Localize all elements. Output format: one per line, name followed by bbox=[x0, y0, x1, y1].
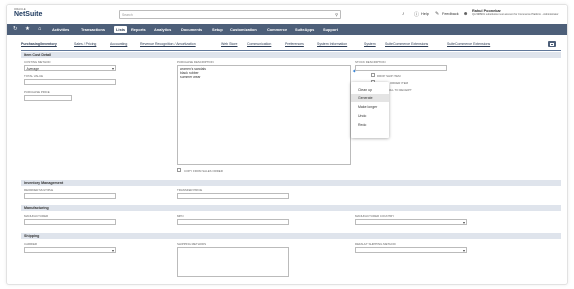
total-value-label: TOTAL VALUE bbox=[24, 74, 44, 78]
chevron-down-icon bbox=[111, 67, 114, 70]
subtab-communication[interactable]: Communication bbox=[247, 42, 271, 46]
nav-documents[interactable]: Documents bbox=[181, 27, 202, 32]
manufacturer-country-label: MANUFACTURER COUNTRY bbox=[355, 214, 395, 218]
carrier-select[interactable] bbox=[24, 247, 116, 253]
subtab-divider bbox=[21, 50, 561, 51]
top-header: ORACLE NetSuite Search ⚲ ♪ ⓘ Help ✎ Feed… bbox=[7, 5, 567, 23]
subtab-bar: Purchasing/Inventory Sales / Pricing Acc… bbox=[21, 42, 561, 49]
section-title: Manufacturing bbox=[24, 206, 49, 210]
menu-item-redo[interactable]: Redo bbox=[351, 121, 389, 129]
drop-ship-item-label: DROP SHIP ITEM bbox=[377, 73, 401, 78]
user-menu[interactable]: Rahul Poonekar QA 998901 substitution te… bbox=[472, 9, 559, 16]
menu-item-clean-up[interactable]: Clean up bbox=[351, 86, 389, 94]
default-shipping-method-select[interactable] bbox=[355, 247, 467, 253]
section-title: Inventory Management bbox=[24, 181, 64, 185]
manufacturer-label: MANUFACTURER bbox=[24, 214, 49, 218]
help-icon[interactable]: ⓘ bbox=[414, 11, 419, 18]
user-avatar-icon[interactable]: ☻ bbox=[463, 11, 468, 17]
stock-description-field[interactable] bbox=[355, 65, 447, 71]
default-shipping-method-label: DEFAULT SHIPPING METHOD bbox=[355, 242, 396, 246]
copy-from-sales-order-checkbox[interactable] bbox=[177, 168, 181, 172]
feedback-icon[interactable]: ✎ bbox=[435, 11, 439, 17]
manufacturer-field[interactable] bbox=[24, 219, 116, 225]
subtab-sales-pricing[interactable]: Sales / Pricing bbox=[74, 42, 96, 46]
search-icon[interactable]: ⚲ bbox=[335, 12, 338, 17]
stock-description-label: STOCK DESCRIPTION bbox=[355, 60, 386, 64]
transfer-price-label: TRANSFER PRICE bbox=[177, 188, 203, 192]
chevron-down-icon bbox=[462, 221, 465, 224]
chevron-down-icon bbox=[462, 249, 465, 252]
subtab-accounting[interactable]: Accounting bbox=[110, 42, 127, 46]
subtab-view-toggle-button[interactable] bbox=[548, 41, 556, 47]
menu-item-make-longer[interactable]: Make longer bbox=[351, 103, 389, 111]
section-manufacturing[interactable]: Manufacturing bbox=[21, 205, 561, 211]
nav-reports[interactable]: Reports bbox=[131, 27, 146, 32]
nav-setup[interactable]: Setup bbox=[212, 27, 223, 32]
subtab-system[interactable]: System bbox=[364, 42, 376, 46]
copy-from-sales-order-label: COPY FROM SALES ORDER bbox=[184, 168, 223, 173]
user-role: QA 998901 substitution test account for … bbox=[472, 13, 559, 16]
nav-support[interactable]: Support bbox=[323, 27, 338, 32]
subtab-revenue-recognition[interactable]: Revenue Recognition / Amortization bbox=[140, 42, 196, 46]
help-link[interactable]: Help bbox=[421, 12, 429, 16]
mpn-field[interactable] bbox=[177, 219, 289, 225]
purchase-price-label: PURCHASE PRICE bbox=[24, 90, 50, 94]
shipping-methods-label: SHIPPING METHODS bbox=[177, 242, 207, 246]
transfer-price-field[interactable] bbox=[177, 193, 289, 199]
reorder-multiple-label: REORDER MULTIPLE bbox=[24, 188, 54, 192]
notifications-icon[interactable]: ♪ bbox=[402, 11, 405, 17]
nav-lists[interactable]: Lists bbox=[114, 26, 128, 33]
reorder-multiple-field[interactable] bbox=[24, 193, 116, 199]
menu-item-undo[interactable]: Undo bbox=[351, 112, 389, 120]
chevron-down-icon bbox=[111, 249, 114, 252]
costing-method-select[interactable]: Average bbox=[24, 65, 116, 71]
subtab-suitecommerce-extensions-1[interactable]: SuiteCommerce Extensions bbox=[385, 42, 428, 46]
section-title: Shipping bbox=[24, 234, 40, 238]
nav-activities[interactable]: Activities bbox=[52, 27, 69, 32]
nav-commerce[interactable]: Commerce bbox=[267, 27, 287, 32]
costing-method-label: COSTING METHOD bbox=[24, 60, 51, 64]
search-placeholder: Search bbox=[122, 12, 133, 17]
shortcuts-star-icon[interactable]: ★ bbox=[25, 26, 30, 32]
costing-method-value: Average bbox=[26, 66, 40, 71]
shipping-methods-list[interactable] bbox=[177, 247, 289, 277]
subtab-suitecommerce-extensions-2[interactable]: SuiteCommerce Extensions bbox=[447, 42, 490, 46]
ai-context-menu: Clean up Generate Make longer Undo Redo bbox=[351, 82, 389, 138]
subtab-web-store[interactable]: Web Store bbox=[221, 42, 237, 46]
netsuite-logo[interactable]: ORACLE NetSuite bbox=[14, 8, 42, 18]
subtab-system-information[interactable]: System Information bbox=[317, 42, 347, 46]
main-nav: ↻ ★ ⌂ Activities Transactions Lists Repo… bbox=[7, 24, 567, 35]
nav-transactions[interactable]: Transactions bbox=[81, 27, 105, 32]
subtab-purchasing-inventory[interactable]: Purchasing/Inventory bbox=[21, 42, 57, 46]
purchase-price-field[interactable] bbox=[24, 95, 72, 101]
section-shipping[interactable]: Shipping bbox=[21, 233, 561, 239]
global-search-input[interactable]: Search ⚲ bbox=[119, 10, 341, 19]
menu-item-generate[interactable]: Generate bbox=[351, 94, 389, 102]
nav-suiteapps[interactable]: SuiteApps bbox=[295, 27, 314, 32]
purchase-description-label: PURCHASE DESCRIPTION bbox=[177, 60, 214, 64]
manufacturer-country-select[interactable] bbox=[355, 219, 467, 225]
window-icon bbox=[550, 42, 554, 46]
feedback-link[interactable]: Feedback bbox=[442, 12, 459, 16]
carrier-label: CARRIER bbox=[24, 242, 38, 246]
description-line: summer wear bbox=[180, 75, 201, 79]
mpn-label: MPN bbox=[177, 214, 184, 218]
logo-netsuite-text: NetSuite bbox=[14, 11, 43, 18]
home-icon[interactable]: ⌂ bbox=[38, 26, 41, 32]
total-value-field[interactable] bbox=[24, 79, 116, 85]
nav-analytics[interactable]: Analytics bbox=[154, 27, 171, 32]
recent-records-icon[interactable]: ↻ bbox=[13, 26, 18, 32]
subtab-preferences[interactable]: Preferences bbox=[285, 42, 304, 46]
section-inventory-management[interactable]: Inventory Management bbox=[21, 180, 561, 186]
nav-customization[interactable]: Customization bbox=[230, 27, 257, 32]
purchase-description-textarea[interactable]: women's sandals black rubber summer wear bbox=[177, 65, 351, 165]
section-title: Item Cost Detail bbox=[24, 53, 52, 57]
section-item-cost-detail[interactable]: Item Cost Detail bbox=[21, 52, 561, 58]
drop-ship-item-checkbox[interactable] bbox=[371, 73, 375, 77]
app-window: ORACLE NetSuite Search ⚲ ♪ ⓘ Help ✎ Feed… bbox=[6, 4, 568, 285]
